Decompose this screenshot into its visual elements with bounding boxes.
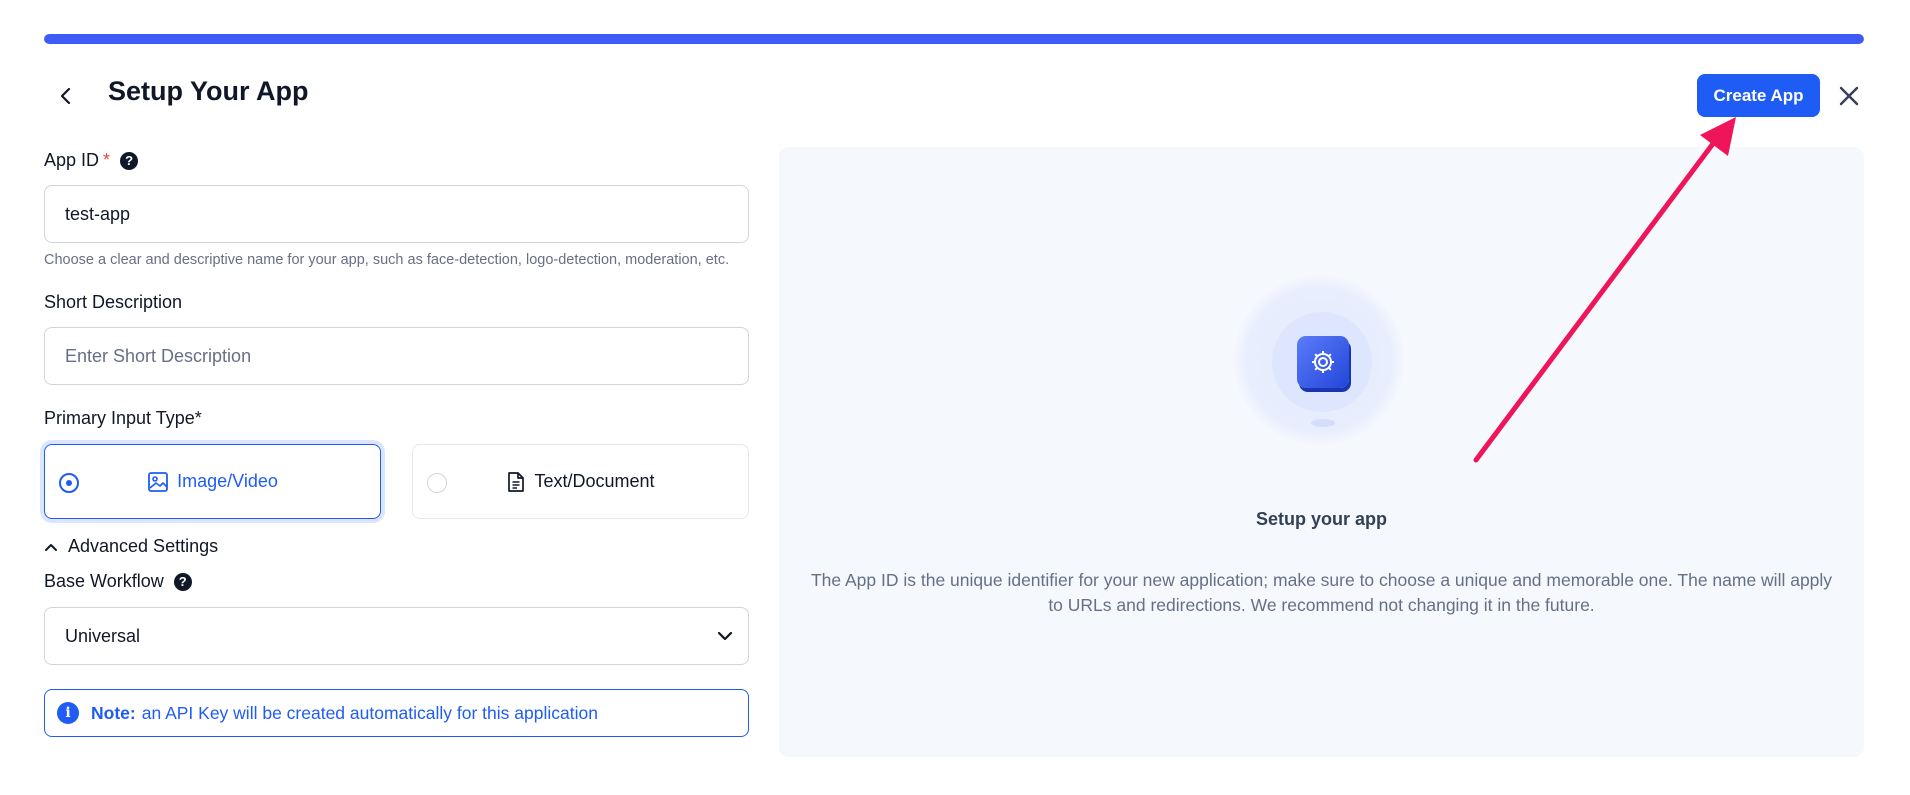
gear-icon xyxy=(1312,351,1334,373)
base-workflow-select[interactable]: Universal xyxy=(44,607,749,665)
input-type-content: Text/Document xyxy=(413,445,748,518)
app-id-label-text: App ID xyxy=(44,150,100,170)
preview-description: The App ID is the unique identifier for … xyxy=(810,570,1833,615)
chevron-left-icon xyxy=(60,87,71,105)
info-icon: i xyxy=(57,702,79,724)
preview-title: Setup your app xyxy=(1255,509,1387,529)
chevron-down-icon xyxy=(717,631,733,641)
input-type-text-document-option[interactable]: Text/Document xyxy=(412,444,749,519)
app-id-label: App ID * ? xyxy=(44,150,139,171)
base-workflow-label: Base Workflow ? xyxy=(44,571,192,592)
advanced-settings-toggle[interactable]: Advanced Settings xyxy=(44,536,218,557)
note-text: an API Key will be created automatically… xyxy=(141,702,598,723)
progress-bar-fill xyxy=(44,34,1864,44)
page-title: Setup Your App xyxy=(108,76,309,106)
help-icon[interactable]: ? xyxy=(120,151,139,170)
close-icon xyxy=(1839,86,1859,106)
create-app-button[interactable]: Create App xyxy=(1697,74,1820,117)
setup-app-page: Setup Your App Create App App ID * ? Cho… xyxy=(0,0,1910,795)
required-marker: * xyxy=(103,150,111,170)
short-description-input[interactable] xyxy=(44,327,749,385)
help-icon[interactable]: ? xyxy=(173,572,192,591)
advanced-settings-label: Advanced Settings xyxy=(68,536,219,556)
primary-input-type-label: Primary Input Type* xyxy=(44,408,202,428)
back-button[interactable] xyxy=(50,80,82,112)
note-label: Note: xyxy=(91,702,136,723)
image-video-label: Image/Video xyxy=(177,471,278,491)
document-icon xyxy=(508,471,525,492)
image-icon xyxy=(148,471,169,492)
text-document-label: Text/Document xyxy=(534,471,655,491)
api-key-note: i Note: an API Key will be created autom… xyxy=(44,689,749,737)
preview-panel: Setup your app The App ID is the unique … xyxy=(779,147,1864,757)
progress-bar xyxy=(44,34,1864,44)
short-description-label: Short Description xyxy=(44,292,183,312)
app-settings-icon xyxy=(1297,336,1349,388)
input-type-content: Image/Video xyxy=(45,445,380,518)
base-workflow-value: Universal xyxy=(65,625,141,646)
base-workflow-label-text: Base Workflow xyxy=(44,571,164,591)
app-id-hint: Choose a clear and descriptive name for … xyxy=(44,252,730,268)
chevron-up-icon xyxy=(45,543,57,551)
app-id-input[interactable] xyxy=(44,185,749,243)
input-type-image-video-option[interactable]: Image/Video xyxy=(44,444,381,519)
icon-shadow xyxy=(1311,419,1335,427)
close-button[interactable] xyxy=(1833,80,1865,112)
